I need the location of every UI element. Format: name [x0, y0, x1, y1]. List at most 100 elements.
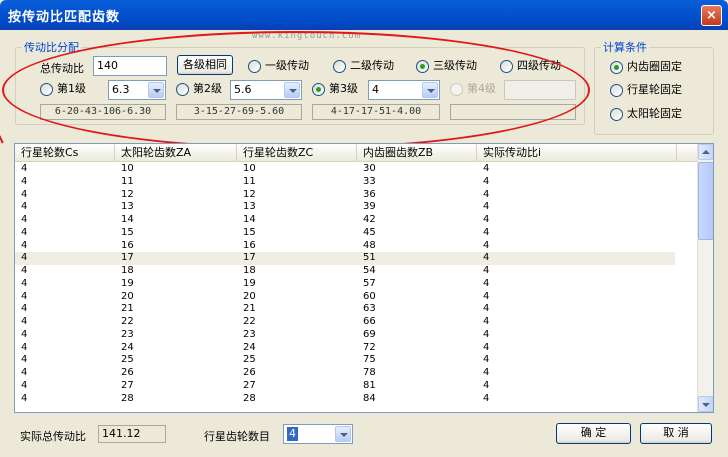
cell-ring-teeth: 63 [363, 303, 376, 315]
cell-planet-count: 4 [21, 226, 28, 238]
table-row[interactable]: 4 28 28 84 4 [15, 393, 699, 406]
cell-planet-teeth: 10 [243, 163, 256, 174]
cell-planet-teeth: 18 [243, 265, 256, 276]
cell-planet-count: 4 [21, 175, 28, 187]
table-row[interactable]: 4 19 19 57 4 [15, 278, 699, 291]
cell-ring-teeth: 36 [363, 188, 376, 200]
cell-ring-teeth: 42 [363, 214, 376, 225]
column-header-sun-teeth[interactable]: 太阳轮齿数ZA [115, 144, 237, 162]
calc-option-sun-fixed[interactable]: 太阳轮固定 [610, 107, 682, 123]
table-row[interactable]: 4 16 16 48 4 [15, 240, 699, 253]
results-list[interactable]: 行星轮数Cs 太阳轮齿数ZA 行星轮齿数ZC 内齿圈齿数ZB 实际传动比i 4 1… [14, 143, 714, 413]
cell-actual-ratio: 4 [483, 252, 490, 264]
cell-ring-teeth: 33 [363, 175, 376, 187]
cell-ring-teeth: 75 [363, 354, 376, 366]
cell-sun-teeth: 11 [121, 175, 134, 187]
table-row[interactable]: 4 21 21 63 4 [15, 303, 699, 316]
table-row[interactable]: 4 12 12 36 4 [15, 189, 699, 202]
cell-sun-teeth: 17 [121, 252, 134, 264]
title-bar: 按传动比匹配齿数 × [0, 0, 728, 30]
column-header-planet-count[interactable]: 行星轮数Cs [15, 144, 115, 162]
column-header-ring-teeth[interactable]: 内齿圈齿数ZB [357, 144, 477, 162]
cell-planet-teeth: 11 [243, 175, 256, 187]
cell-actual-ratio: 4 [483, 277, 490, 289]
table-row[interactable]: 4 14 14 42 4 [15, 214, 699, 227]
cell-ring-teeth: 39 [363, 201, 376, 213]
list-rows: 4 10 10 30 4 4 11 11 33 4 4 12 12 36 4 4 13 13 39 4 4 14 14 42 4… [15, 163, 699, 405]
cell-actual-ratio: 4 [483, 316, 490, 327]
actual-total-ratio-value: 141.12 [98, 425, 166, 443]
cell-planet-count: 4 [21, 341, 28, 353]
cell-ring-teeth: 54 [363, 265, 376, 276]
table-row[interactable]: 4 11 11 33 4 [15, 176, 699, 189]
calc-option-ring-fixed[interactable]: 内齿圈固定 [610, 60, 682, 76]
close-button[interactable]: × [701, 5, 722, 26]
cell-planet-count: 4 [21, 354, 28, 366]
cell-sun-teeth: 22 [121, 316, 134, 327]
table-row[interactable]: 4 24 24 72 4 [15, 342, 699, 355]
table-row[interactable]: 4 10 10 30 4 [15, 163, 699, 176]
cell-planet-count: 4 [21, 379, 28, 391]
red-annotation-mark [0, 134, 6, 144]
cell-actual-ratio: 4 [483, 265, 490, 276]
red-annotation-ellipse [2, 31, 590, 149]
cell-actual-ratio: 4 [483, 328, 490, 340]
radio-icon [610, 83, 623, 97]
radio-selected-icon [610, 60, 623, 74]
cell-planet-count: 4 [21, 188, 28, 200]
table-row[interactable]: 4 15 15 45 4 [15, 227, 699, 240]
column-header-planet-teeth[interactable]: 行星轮齿数ZC [237, 144, 357, 162]
cell-ring-teeth: 69 [363, 328, 376, 340]
cell-planet-count: 4 [21, 239, 28, 251]
calc-option-planet-fixed[interactable]: 行星轮固定 [610, 83, 682, 99]
close-icon: × [706, 8, 717, 23]
planet-gear-count-label: 行星齿轮数目 [204, 430, 270, 443]
cell-actual-ratio: 4 [483, 341, 490, 353]
scroll-thumb[interactable] [698, 162, 713, 240]
vertical-scrollbar[interactable] [697, 144, 713, 412]
table-row[interactable]: 4 17 17 51 4 [15, 252, 675, 265]
table-row[interactable]: 4 25 25 75 4 [15, 354, 699, 367]
table-row[interactable]: 4 20 20 60 4 [15, 291, 699, 304]
table-row[interactable]: 4 18 18 54 4 [15, 265, 699, 278]
cell-ring-teeth: 66 [363, 316, 376, 327]
cell-planet-count: 4 [21, 201, 28, 213]
scroll-down-icon[interactable] [698, 396, 713, 412]
table-row[interactable]: 4 23 23 69 4 [15, 329, 699, 342]
cell-ring-teeth: 51 [363, 252, 376, 264]
cell-sun-teeth: 20 [121, 290, 134, 302]
chevron-down-icon[interactable] [335, 426, 351, 442]
planet-gear-count-select[interactable]: 4 [283, 424, 353, 444]
cell-sun-teeth: 25 [121, 354, 134, 366]
calc-condition-legend: 计算条件 [603, 41, 647, 54]
cell-sun-teeth: 10 [121, 163, 134, 174]
cell-planet-count: 4 [21, 265, 28, 276]
cell-sun-teeth: 26 [121, 367, 134, 378]
cell-ring-teeth: 84 [363, 392, 376, 404]
cell-actual-ratio: 4 [483, 188, 490, 200]
table-row[interactable]: 4 26 26 78 4 [15, 367, 699, 380]
list-header: 行星轮数Cs 太阳轮齿数ZA 行星轮齿数ZC 内齿圈齿数ZB 实际传动比i [15, 144, 699, 162]
cell-actual-ratio: 4 [483, 367, 490, 378]
scroll-up-icon[interactable] [698, 144, 713, 160]
cell-actual-ratio: 4 [483, 201, 490, 213]
cancel-button[interactable]: 取 消 [640, 423, 712, 444]
column-header-actual-ratio[interactable]: 实际传动比i [477, 144, 677, 162]
window-title: 按传动比匹配齿数 [8, 10, 121, 25]
cell-actual-ratio: 4 [483, 175, 490, 187]
ok-button[interactable]: 确 定 [556, 423, 631, 444]
cell-planet-teeth: 19 [243, 277, 256, 289]
table-row[interactable]: 4 27 27 81 4 [15, 380, 699, 393]
cell-ring-teeth: 30 [363, 163, 376, 174]
cell-planet-teeth: 24 [243, 341, 256, 353]
table-row[interactable]: 4 22 22 66 4 [15, 316, 699, 329]
table-row[interactable]: 4 13 13 39 4 [15, 201, 699, 214]
cell-ring-teeth: 81 [363, 379, 376, 391]
cell-planet-count: 4 [21, 214, 28, 225]
cell-planet-teeth: 12 [243, 188, 256, 200]
cell-sun-teeth: 19 [121, 277, 134, 289]
cell-actual-ratio: 4 [483, 239, 490, 251]
cell-ring-teeth: 72 [363, 341, 376, 353]
cell-actual-ratio: 4 [483, 354, 490, 366]
cell-sun-teeth: 14 [121, 214, 134, 225]
